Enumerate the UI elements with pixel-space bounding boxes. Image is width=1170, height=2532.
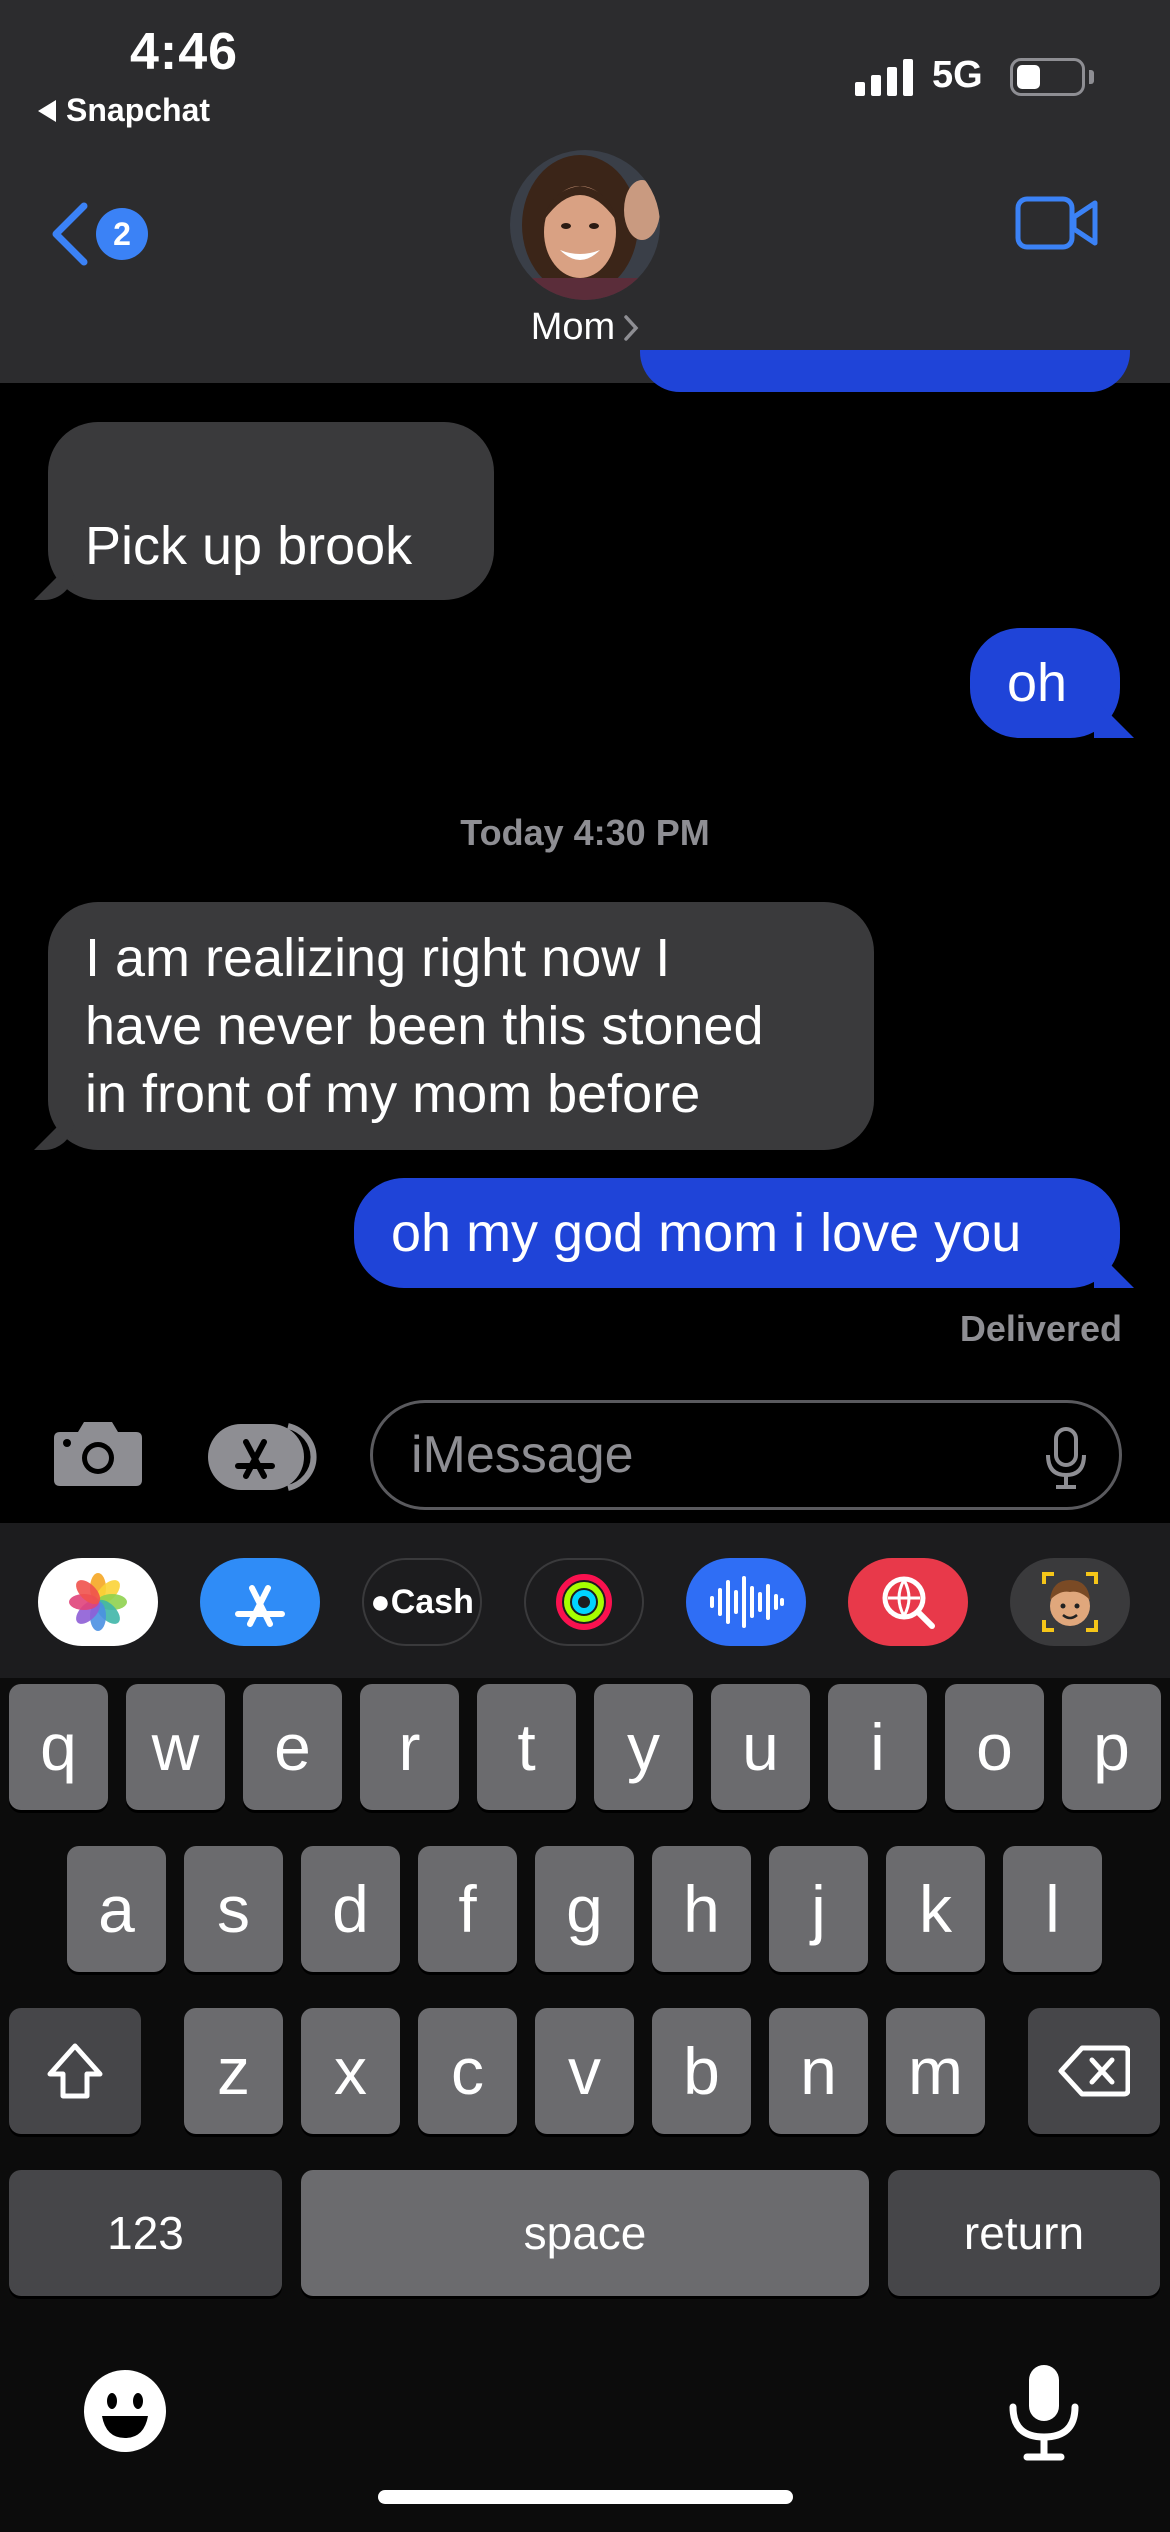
keyboard: qwertyuiop asdfghjkl zxcvbnm 123 space r… <box>0 1678 1170 2532</box>
back-app-label: Snapchat <box>66 92 211 128</box>
previous-outgoing-bubble <box>640 350 1130 392</box>
contact-avatar[interactable] <box>510 150 660 300</box>
outgoing-message[interactable]: oh <box>970 628 1120 738</box>
key-w[interactable]: w <box>126 1684 225 1810</box>
shift-key[interactable] <box>9 2008 141 2134</box>
space-key[interactable]: space <box>301 2170 869 2296</box>
cellular-signal-icon <box>855 58 913 96</box>
conversation-header: 4:46 Snapchat 5G 2 Mom <box>0 0 1170 383</box>
back-button[interactable]: 2 <box>48 200 148 268</box>
backspace-icon <box>1058 2045 1130 2097</box>
status-time: 4:46 <box>130 23 239 81</box>
key-c[interactable]: c <box>418 2008 517 2134</box>
outgoing-message[interactable]: oh my god mom i love you <box>354 1178 1120 1288</box>
key-e[interactable]: e <box>243 1684 342 1810</box>
key-p[interactable]: p <box>1062 1684 1161 1810</box>
emoji-face-icon <box>84 2370 166 2452</box>
emoji-button[interactable] <box>82 2368 168 2459</box>
message-text: oh <box>1007 653 1068 713</box>
key-y[interactable]: y <box>594 1684 693 1810</box>
memoji-icon <box>1042 1572 1098 1632</box>
audio-message-button[interactable] <box>686 1558 806 1646</box>
key-k[interactable]: k <box>886 1846 985 1972</box>
apple-cash-button[interactable]: ● Cash <box>362 1558 482 1646</box>
contact-name: Mom <box>530 306 616 348</box>
home-indicator[interactable] <box>378 2490 793 2504</box>
apps-drawer-button[interactable] <box>208 1422 320 1497</box>
battery-icon <box>1010 58 1085 96</box>
waveform-icon <box>710 1576 784 1628</box>
incoming-message[interactable]: Pick up brook <box>48 422 494 600</box>
memoji-button[interactable] <box>1010 1558 1130 1646</box>
apple-cash-label: Cash <box>390 1582 474 1621</box>
activity-app-button[interactable] <box>524 1558 644 1646</box>
message-input[interactable] <box>411 1425 1011 1485</box>
globe-search-icon <box>882 1576 935 1629</box>
apple-logo-icon: ● <box>370 1582 391 1621</box>
video-camera-icon <box>1015 196 1098 250</box>
contact-name-button[interactable]: Mom <box>0 306 1170 349</box>
message-text-line: in front of my mom before <box>85 1064 701 1124</box>
chevron-left-icon <box>52 202 88 266</box>
message-input-field[interactable] <box>370 1400 1122 1510</box>
key-q[interactable]: q <box>9 1684 108 1810</box>
unread-count-badge: 2 <box>96 208 148 260</box>
network-type: 5G <box>932 54 983 96</box>
photos-app-button[interactable] <box>38 1558 158 1646</box>
key-d[interactable]: d <box>301 1846 400 1972</box>
web-search-button[interactable] <box>848 1558 968 1646</box>
key-x[interactable]: x <box>301 2008 400 2134</box>
message-text: Pick up brook <box>85 516 413 576</box>
activity-rings-icon <box>556 1574 612 1630</box>
camera-icon <box>54 1422 142 1486</box>
microphone-icon <box>1046 1427 1086 1489</box>
app-store-icon <box>208 1423 317 1491</box>
battery-nub <box>1089 70 1094 84</box>
imessage-app-strip: ● Cash <box>0 1523 1170 1678</box>
numbers-key[interactable]: 123 <box>9 2170 282 2296</box>
photos-flower-icon <box>69 1573 127 1631</box>
message-text: oh my god mom i love you <box>391 1203 1022 1263</box>
incoming-message[interactable]: I am realizing right now I have never be… <box>48 902 874 1150</box>
key-t[interactable]: t <box>477 1684 576 1810</box>
delivery-status: Delivered <box>959 1308 1122 1349</box>
app-store-button[interactable] <box>200 1558 320 1646</box>
key-g[interactable]: g <box>535 1846 634 1972</box>
message-text-line: I am realizing right now I <box>85 928 671 988</box>
key-j[interactable]: j <box>769 1846 868 1972</box>
key-s[interactable]: s <box>184 1846 283 1972</box>
key-v[interactable]: v <box>535 2008 634 2134</box>
back-triangle-icon <box>38 99 56 122</box>
camera-button[interactable] <box>52 1418 144 1493</box>
message-timestamp: Today 4:30 PM <box>460 812 710 853</box>
key-f[interactable]: f <box>418 1846 517 1972</box>
key-z[interactable]: z <box>184 2008 283 2134</box>
delete-key[interactable] <box>1028 2008 1160 2134</box>
key-n[interactable]: n <box>769 2008 868 2134</box>
microphone-icon <box>1009 2365 1079 2461</box>
key-h[interactable]: h <box>652 1846 751 1972</box>
dictation-button[interactable] <box>1043 1427 1089 1494</box>
key-o[interactable]: o <box>945 1684 1044 1810</box>
key-u[interactable]: u <box>711 1684 810 1810</box>
key-i[interactable]: i <box>828 1684 927 1810</box>
key-a[interactable]: a <box>67 1846 166 1972</box>
key-b[interactable]: b <box>652 2008 751 2134</box>
return-key[interactable]: return <box>888 2170 1160 2296</box>
app-store-icon <box>235 1585 285 1627</box>
key-m[interactable]: m <box>886 2008 985 2134</box>
dictation-key[interactable] <box>1005 2363 1083 2468</box>
key-r[interactable]: r <box>360 1684 459 1810</box>
shift-arrow-icon <box>47 2043 103 2099</box>
facetime-video-button[interactable] <box>1015 195 1099 256</box>
message-text-line: have never been this stoned <box>85 996 764 1056</box>
back-to-app-link[interactable]: Snapchat <box>38 92 210 129</box>
key-l[interactable]: l <box>1003 1846 1102 1972</box>
chevron-right-icon <box>624 314 639 341</box>
